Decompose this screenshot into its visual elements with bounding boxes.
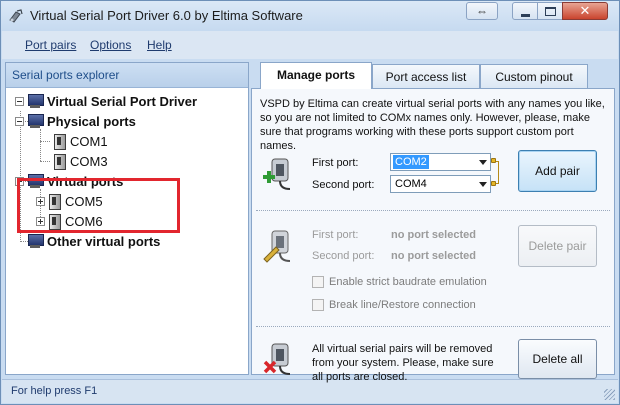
- dropdown-arrow-icon: [479, 182, 487, 187]
- second-port-combo[interactable]: COM4: [390, 175, 491, 193]
- first-port-label: First port:: [312, 157, 359, 169]
- strict-baudrate-checkbox[interactable]: [312, 276, 324, 288]
- first-port-combo[interactable]: COM2: [390, 153, 491, 171]
- separator: [256, 326, 610, 327]
- second-port-value: COM4: [395, 178, 427, 190]
- manage-ports-panel: VSPD by Eltima can create virtual serial…: [251, 88, 615, 383]
- close-button[interactable]: ✕: [562, 2, 608, 20]
- menu-port-pairs[interactable]: Port pairs: [25, 38, 76, 52]
- delete-first-port-value: no port selected: [391, 229, 476, 241]
- tree-item-other-virtual-ports[interactable]: Other virtual ports: [15, 231, 160, 251]
- serial-port-icon: [52, 133, 66, 150]
- maximize-icon: [545, 7, 556, 16]
- highlight-annotation: [17, 178, 180, 233]
- tree-line: [40, 141, 50, 142]
- collapse-icon[interactable]: [15, 116, 24, 126]
- tree-item-root[interactable]: Virtual Serial Port Driver: [15, 91, 197, 111]
- computer-icon: [27, 234, 44, 248]
- delete-second-port-value: no port selected: [391, 250, 476, 262]
- restore-window-button[interactable]: ⇔: [466, 2, 498, 20]
- add-pair-icon: [263, 158, 291, 190]
- status-text: For help press F1: [11, 385, 98, 397]
- manage-description: VSPD by Eltima can create virtual serial…: [260, 98, 605, 152]
- menu-bar: Port pairs Options Help: [2, 31, 618, 59]
- title-bar: Virtual Serial Port Driver 6.0 by Eltima…: [1, 1, 619, 31]
- resize-grip-icon[interactable]: [604, 389, 615, 400]
- double-arrow-icon: ⇔: [476, 4, 488, 18]
- tree-line: [40, 161, 50, 162]
- link-dot-icon: [491, 158, 496, 163]
- delete-first-port-label: First port:: [312, 229, 359, 241]
- tree-item-com3[interactable]: COM3: [52, 151, 108, 171]
- collapse-icon[interactable]: [15, 96, 24, 106]
- menu-options[interactable]: Options: [90, 38, 131, 52]
- separator: [256, 210, 610, 211]
- second-port-label: Second port:: [312, 179, 375, 191]
- explorer-header: Serial ports explorer: [6, 63, 248, 88]
- dropdown-arrow-icon: [479, 160, 487, 165]
- delete-second-port-label: Second port:: [312, 250, 375, 262]
- status-bar: For help press F1: [2, 379, 618, 403]
- window-title: Virtual Serial Port Driver 6.0 by Eltima…: [30, 8, 303, 23]
- break-line-checkbox[interactable]: [312, 299, 324, 311]
- maximize-button[interactable]: [537, 2, 563, 20]
- menu-help[interactable]: Help: [147, 38, 172, 52]
- minimize-icon: [521, 14, 530, 17]
- tabs-area: Manage ports Port access list Custom pin…: [251, 62, 615, 383]
- break-line-label: Break line/Restore connection: [329, 299, 476, 311]
- tree-item-com1[interactable]: COM1: [52, 131, 108, 151]
- computer-icon: [27, 114, 44, 128]
- tab-custom-pinout[interactable]: Custom pinout: [480, 64, 588, 88]
- delete-all-button[interactable]: Delete all: [518, 339, 597, 379]
- break-line-option[interactable]: Break line/Restore connection: [312, 299, 476, 311]
- strict-baudrate-option[interactable]: Enable strict baudrate emulation: [312, 276, 487, 288]
- app-icon: [9, 9, 23, 23]
- delete-pair-icon: [263, 230, 291, 263]
- tree-line: [40, 129, 41, 161]
- tree-item-physical-ports[interactable]: Physical ports: [15, 111, 136, 131]
- strict-baudrate-label: Enable strict baudrate emulation: [329, 276, 487, 288]
- serial-port-icon: [52, 153, 66, 170]
- link-dot-icon: [491, 181, 496, 186]
- minimize-button[interactable]: [512, 2, 538, 20]
- add-pair-button[interactable]: Add pair: [518, 150, 597, 192]
- delete-all-icon: [263, 343, 291, 375]
- tab-port-access-list[interactable]: Port access list: [372, 64, 480, 88]
- app-window: Virtual Serial Port Driver 6.0 by Eltima…: [0, 0, 620, 405]
- close-icon: ✕: [579, 3, 591, 18]
- delete-all-description: All virtual serial pairs will be removed…: [312, 343, 494, 383]
- delete-pair-button[interactable]: Delete pair: [518, 225, 597, 267]
- first-port-value: COM2: [393, 155, 429, 169]
- tab-manage-ports[interactable]: Manage ports: [260, 62, 372, 89]
- computer-icon: [27, 94, 44, 108]
